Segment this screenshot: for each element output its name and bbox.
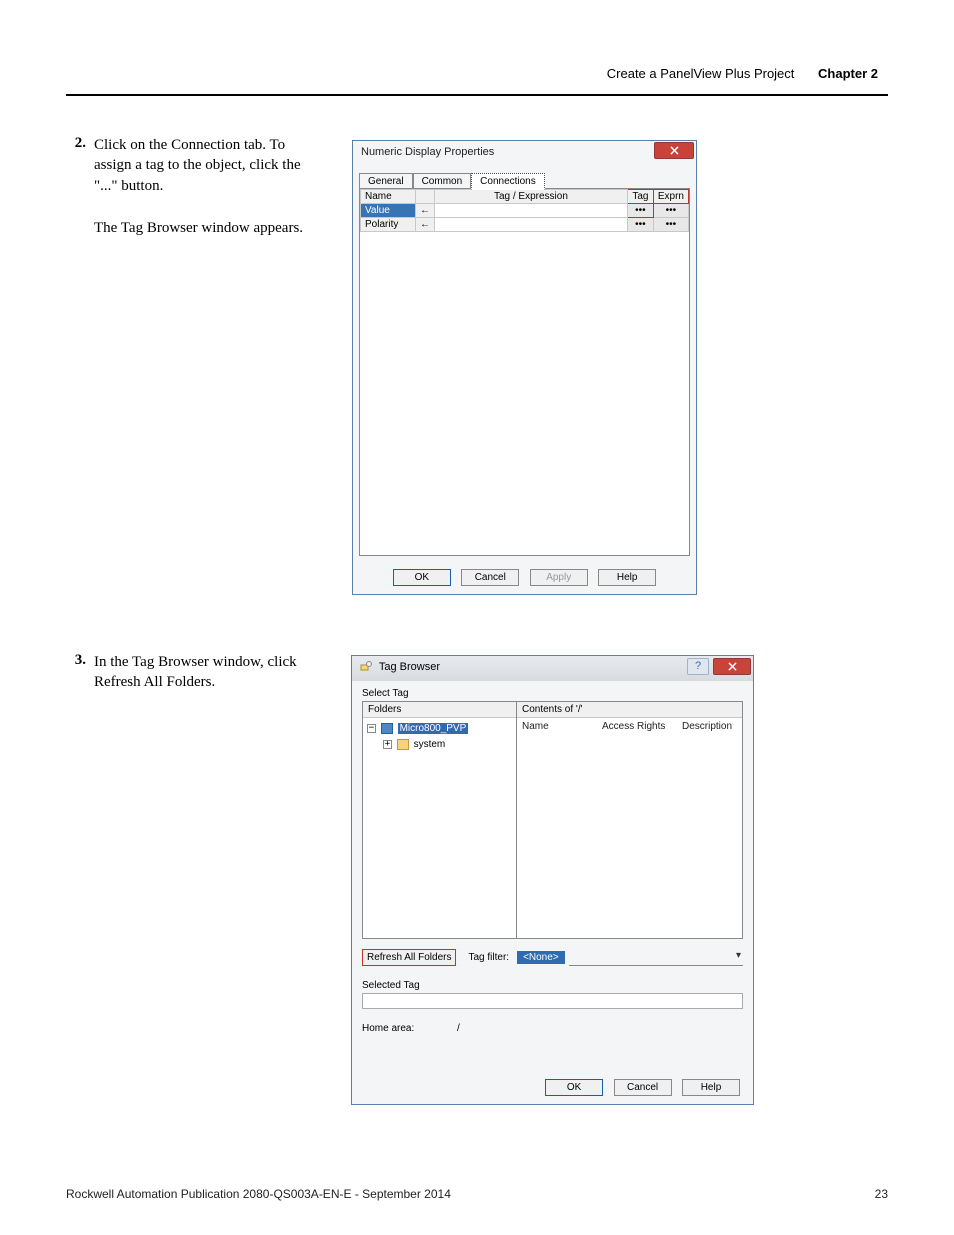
- dialog1-tabs: GeneralCommonConnections: [359, 170, 690, 190]
- header-rule: [66, 94, 888, 96]
- cell-polarity-expr[interactable]: [435, 218, 628, 232]
- close-button[interactable]: [713, 658, 751, 675]
- dialog1-buttons: OK Cancel Apply Help: [353, 567, 696, 586]
- col-name[interactable]: Name: [522, 721, 602, 732]
- folder-tree: − Micro800_PVP + system: [363, 718, 516, 756]
- close-icon: [728, 662, 737, 671]
- selected-tag-field[interactable]: [362, 993, 743, 1009]
- chapter-number: Chapter 2: [818, 66, 878, 81]
- tag-browser-dialog: Tag Browser ? Select Tag Folders − Micro…: [351, 655, 754, 1105]
- connections-grid: Name Tag / Expression Tag Exprn Value ← …: [359, 188, 690, 556]
- cell-value-expr[interactable]: [435, 204, 628, 218]
- collapse-icon[interactable]: −: [367, 724, 376, 733]
- dialog1-titlebar: Numeric Display Properties: [353, 141, 696, 166]
- page-number: 23: [875, 1187, 888, 1201]
- cell-polarity-name[interactable]: Polarity: [361, 218, 416, 232]
- home-area-value: /: [457, 1023, 460, 1034]
- step-2-instruction: Click on the Connection tab. To assign a…: [94, 137, 301, 194]
- folders-panel: Folders − Micro800_PVP + system: [362, 701, 517, 939]
- chapter-title: Create a PanelView Plus Project: [607, 66, 795, 81]
- col-description[interactable]: Description: [682, 721, 732, 732]
- help-button[interactable]: Help: [598, 569, 656, 586]
- tab-common[interactable]: Common: [413, 173, 472, 189]
- step-2-number: 2.: [66, 135, 94, 238]
- numeric-display-properties-dialog: Numeric Display Properties GeneralCommon…: [352, 140, 697, 595]
- apply-button[interactable]: Apply: [530, 569, 588, 586]
- help-icon-button[interactable]: ?: [687, 658, 709, 675]
- col-tag-expression: Tag / Expression: [435, 190, 628, 204]
- contents-panel: Contents of '/' Name Access Rights Descr…: [517, 701, 743, 939]
- help-button[interactable]: Help: [682, 1079, 740, 1096]
- project-icon: [381, 723, 393, 734]
- expand-icon[interactable]: +: [383, 740, 392, 749]
- home-area-label: Home area:: [362, 1023, 414, 1034]
- cancel-button[interactable]: Cancel: [461, 569, 519, 586]
- close-button[interactable]: [654, 142, 694, 159]
- refresh-all-folders-button[interactable]: Refresh All Folders: [362, 949, 456, 966]
- tag-filter-dropdown[interactable]: [569, 950, 743, 966]
- cell-polarity-tag-button[interactable]: •••: [627, 218, 653, 232]
- ok-button[interactable]: OK: [545, 1079, 603, 1096]
- tag-filter-value[interactable]: <None>: [517, 951, 565, 964]
- step-2-text: Click on the Connection tab. To assign a…: [94, 135, 304, 238]
- row-polarity: Polarity ← ••• •••: [361, 218, 689, 232]
- selected-tag-label: Selected Tag: [362, 980, 743, 991]
- dialog1-title-text: Numeric Display Properties: [361, 146, 494, 158]
- tree-child-label: system: [414, 739, 446, 750]
- cell-value-expr-button[interactable]: •••: [653, 204, 688, 218]
- folders-header: Folders: [363, 702, 516, 718]
- tag-filter-label: Tag filter:: [468, 952, 509, 963]
- col-tag: Tag: [627, 190, 653, 204]
- tree-root-label: Micro800_PVP: [398, 723, 469, 734]
- step-3-text: In the Tag Browser window, click Refresh…: [94, 652, 304, 693]
- select-tag-label: Select Tag: [362, 688, 743, 699]
- col-name: Name: [361, 190, 416, 204]
- step-2-subtext: The Tag Browser window appears.: [94, 218, 304, 238]
- cell-polarity-expr-button[interactable]: •••: [653, 218, 688, 232]
- col-exprn: Exprn: [653, 190, 688, 204]
- contents-columns: Name Access Rights Description: [517, 718, 742, 735]
- cancel-button[interactable]: Cancel: [614, 1079, 672, 1096]
- filter-row: Refresh All Folders Tag filter: <None>: [362, 949, 743, 966]
- close-icon: [670, 146, 679, 155]
- dialog2-buttons: OK Cancel Help: [542, 1077, 743, 1096]
- step-3-number: 3.: [66, 652, 94, 693]
- col-access-rights[interactable]: Access Rights: [602, 721, 682, 732]
- tree-child-row[interactable]: + system: [367, 737, 512, 753]
- dialog2-titlebar: Tag Browser ?: [352, 656, 753, 681]
- page-footer: Rockwell Automation Publication 2080-QS0…: [66, 1187, 888, 1201]
- home-area-row: Home area: /: [362, 1023, 743, 1034]
- row-value: Value ← ••• •••: [361, 204, 689, 218]
- folder-icon: [397, 739, 409, 750]
- tab-general[interactable]: General: [359, 173, 413, 189]
- cell-value-name[interactable]: Value: [361, 204, 416, 218]
- cell-value-arrow: ←: [416, 204, 435, 218]
- cell-polarity-arrow: ←: [416, 218, 435, 232]
- publication-info: Rockwell Automation Publication 2080-QS0…: [66, 1187, 451, 1201]
- tab-connections[interactable]: Connections: [471, 173, 545, 190]
- tree-root-row[interactable]: − Micro800_PVP: [367, 721, 512, 737]
- dialog2-title-text: Tag Browser: [379, 661, 440, 673]
- col-arrow: [416, 190, 435, 204]
- page-header: Create a PanelView Plus Project Chapter …: [607, 66, 878, 81]
- ok-button[interactable]: OK: [393, 569, 451, 586]
- contents-header: Contents of '/': [517, 702, 742, 718]
- cell-value-tag-button[interactable]: •••: [627, 204, 653, 218]
- tag-browser-icon: [360, 661, 372, 673]
